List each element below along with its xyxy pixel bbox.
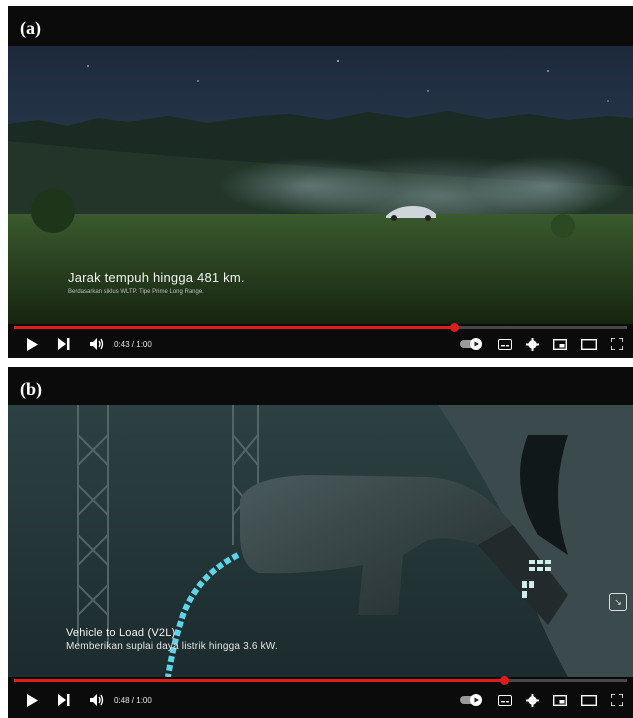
- time-display: 0:43 / 1:00: [114, 339, 152, 349]
- video-frame[interactable]: Jarak tempuh hingga 481 km. Berdasarkan …: [8, 46, 633, 324]
- subtitles-icon[interactable]: [498, 694, 512, 706]
- panel-label: (b): [20, 379, 42, 399]
- miniplayer-icon[interactable]: [553, 694, 567, 706]
- skip-next-icon[interactable]: [58, 694, 70, 706]
- panel-label: (a): [20, 18, 41, 38]
- volume-icon[interactable]: [90, 338, 104, 350]
- video-caption: Vehicle to Load (V2L): [66, 627, 176, 639]
- autoplay-toggle-icon[interactable]: [460, 694, 484, 706]
- video-subcaption: Berdasarkan siklus WLTP. Tipe Prime Long…: [68, 289, 204, 295]
- subtitles-icon[interactable]: [498, 338, 512, 350]
- progress-bar[interactable]: [14, 676, 627, 685]
- player-controls: 0:48 / 1:00: [8, 685, 633, 715]
- miniplayer-icon[interactable]: [553, 338, 567, 350]
- settings-gear-icon[interactable]: [526, 693, 539, 707]
- fullscreen-icon[interactable]: [611, 694, 623, 706]
- play-icon[interactable]: [26, 337, 38, 351]
- video-frame[interactable]: Vehicle to Load (V2L) Memberikan suplai …: [8, 405, 633, 677]
- fullscreen-icon[interactable]: [611, 338, 623, 350]
- time-display: 0:48 / 1:00: [114, 695, 152, 705]
- settings-gear-icon[interactable]: [526, 337, 539, 351]
- video-panel-b: (b) Vehicle to Load (V2L) Memberikan sup…: [8, 367, 633, 718]
- share-screen-icon[interactable]: ↘: [609, 593, 627, 611]
- video-caption: Jarak tempuh hingga 481 km.: [68, 270, 245, 285]
- video-panel-a: (a) Jarak tempuh hingga 481 km. Berdasar…: [8, 6, 633, 358]
- autoplay-toggle-icon[interactable]: [460, 338, 484, 350]
- skip-next-icon[interactable]: [58, 338, 70, 350]
- progress-played: [14, 679, 505, 682]
- theater-mode-icon[interactable]: [581, 694, 597, 706]
- volume-icon[interactable]: [90, 694, 104, 706]
- video-subcaption: Memberikan suplai daya listrik hingga 3.…: [66, 641, 278, 652]
- theater-mode-icon[interactable]: [581, 338, 597, 350]
- player-controls: 0:43 / 1:00: [8, 329, 633, 358]
- play-icon[interactable]: [26, 693, 38, 707]
- progress-scrubber[interactable]: [500, 676, 510, 685]
